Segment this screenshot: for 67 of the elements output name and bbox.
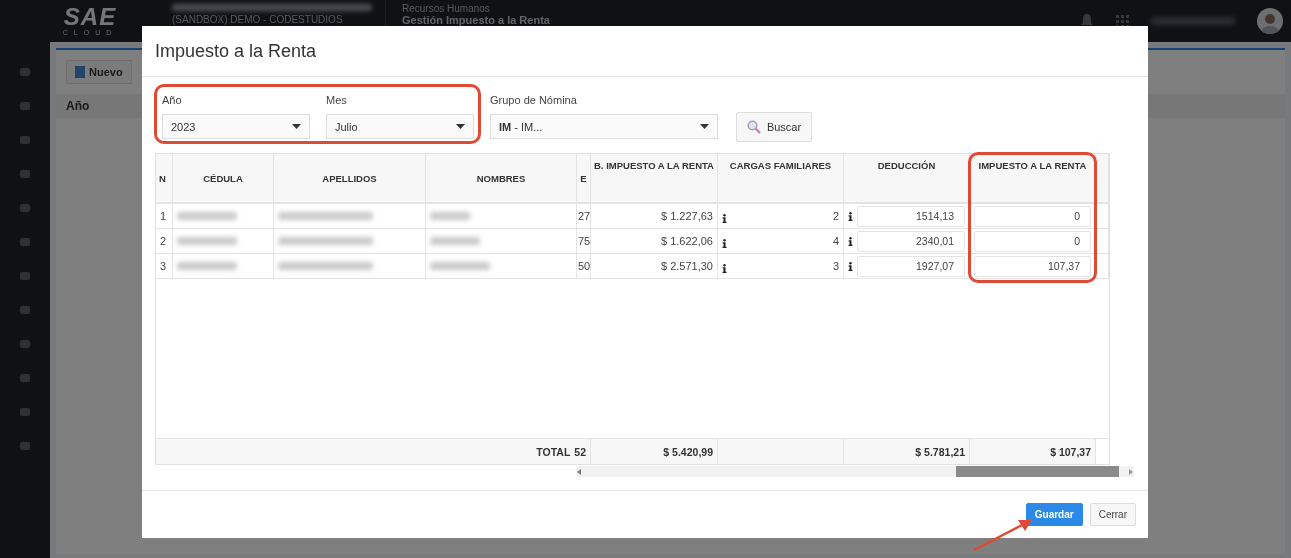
- column-header: DEDUCCIÓN: [844, 154, 970, 204]
- caret-icon: [700, 124, 709, 129]
- table-cell: 75: [577, 229, 591, 254]
- column-header: APELLIDOS: [274, 154, 426, 204]
- search-button[interactable]: Buscar: [736, 112, 812, 142]
- blurred-text: [177, 237, 237, 245]
- column-header: CARGAS FAMILIARES: [718, 154, 844, 204]
- total-cell: $ 5.420,99: [591, 439, 718, 464]
- select-field[interactable]: 2023: [162, 114, 310, 139]
- column-header: E: [577, 154, 591, 204]
- column-header: CÉDULA: [173, 154, 274, 204]
- info-icon[interactable]: [722, 213, 727, 223]
- total-cell: $ 107,37: [970, 439, 1096, 464]
- info-icon[interactable]: [722, 263, 727, 273]
- input-field[interactable]: 2340,01: [857, 230, 965, 252]
- info-icon[interactable]: [722, 238, 727, 248]
- page-title: Gestión Impuesto a la Renta: [402, 14, 551, 26]
- table-cell: 50: [577, 254, 591, 279]
- new-button[interactable]: Nuevo: [66, 60, 132, 84]
- table-cell: 3: [156, 254, 173, 279]
- company-name: (SANDBOX) DEMO - CODESTUDIOS: [172, 14, 344, 25]
- search-icon: [746, 120, 761, 134]
- table-cell: $ 2.571,30: [591, 254, 718, 279]
- total-cell: $ 5.781,21: [844, 439, 970, 464]
- input-field[interactable]: 107,37: [974, 255, 1091, 277]
- close-button[interactable]: Cerrar: [1089, 503, 1136, 526]
- logo-text: SAE: [63, 5, 117, 29]
- caret-icon: [292, 124, 301, 129]
- info-icon[interactable]: [848, 236, 853, 246]
- total-label: TOTAL 52: [156, 439, 591, 464]
- select-field[interactable]: IM - IM...: [490, 114, 718, 139]
- input-field[interactable]: 0: [974, 230, 1091, 252]
- table-cell: 27: [577, 204, 591, 229]
- input-field[interactable]: 1514,13: [857, 205, 965, 227]
- blurred-text: [430, 262, 490, 270]
- column-header: Año: [66, 99, 90, 113]
- table-cell: $ 1.227,63: [591, 204, 718, 229]
- module-name: Recursos Humanos: [402, 3, 491, 14]
- column-header: NOMBRES: [426, 154, 577, 204]
- blurred-text: [177, 262, 237, 270]
- table-cell: 2: [156, 229, 173, 254]
- scroll-right-icon[interactable]: [1128, 468, 1134, 475]
- table-cell: $ 1.622,06: [591, 229, 718, 254]
- input-field[interactable]: 1927,07: [857, 255, 965, 277]
- info-icon[interactable]: [848, 261, 853, 271]
- field-label: Mes: [326, 94, 348, 106]
- blurred-text: [177, 212, 237, 220]
- dialog-title: Impuesto a la Renta: [155, 40, 317, 62]
- save-button[interactable]: Guardar: [1025, 503, 1083, 526]
- caret-icon: [456, 124, 465, 129]
- scroll-left-icon[interactable]: [576, 468, 582, 475]
- cell-text: 2: [832, 210, 839, 222]
- column-header: N: [156, 154, 173, 204]
- column-header: IMPUESTO A LA RENTA: [970, 154, 1096, 204]
- input-field[interactable]: 0: [974, 205, 1091, 227]
- column-header: B. IMPUESTO A LA RENTA: [591, 154, 718, 204]
- cell-text: 4: [832, 235, 839, 247]
- field-label: Año: [162, 94, 183, 106]
- info-icon[interactable]: [848, 211, 853, 221]
- blurred-text: [430, 237, 480, 245]
- scrollbar[interactable]: [576, 466, 1134, 477]
- cell-text: 3: [832, 260, 839, 272]
- select-field[interactable]: Julio: [326, 114, 474, 139]
- table-cell: 1: [156, 204, 173, 229]
- field-label: Grupo de Nómina: [490, 94, 578, 106]
- blurred-text: [430, 212, 470, 220]
- avatar[interactable]: [1257, 8, 1283, 34]
